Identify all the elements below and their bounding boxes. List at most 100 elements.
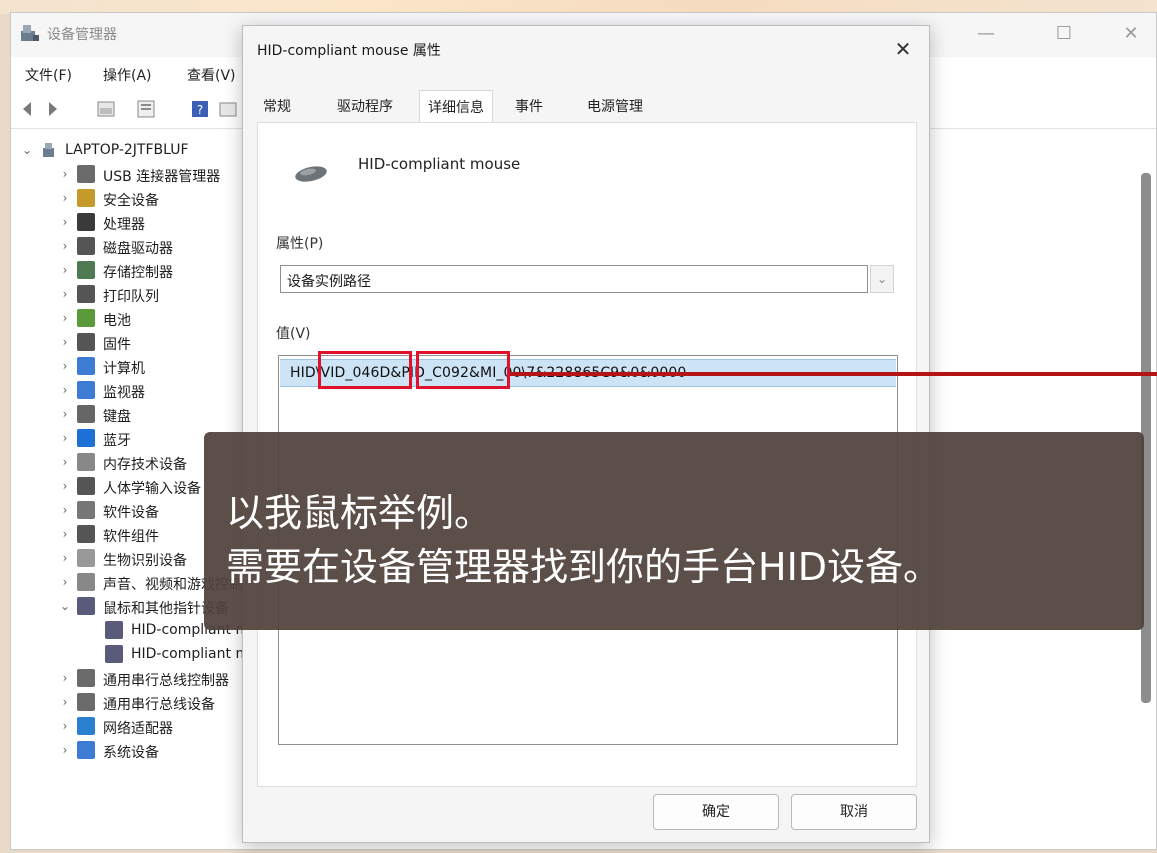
tree-category-item[interactable]: › 网络适配器	[11, 715, 247, 739]
tree-item-label: 键盘	[103, 409, 131, 425]
chevron-right-icon[interactable]: ›	[59, 311, 71, 325]
chevron-right-icon[interactable]: ›	[59, 335, 71, 349]
view-icon[interactable]	[217, 98, 239, 120]
device-category-icon	[77, 717, 95, 735]
device-category-icon	[77, 165, 95, 183]
cancel-button[interactable]: 取消	[791, 794, 917, 830]
chevron-right-icon[interactable]: ›	[59, 383, 71, 397]
menu-file[interactable]: 文件(F)	[25, 65, 72, 85]
tree-category-item[interactable]: › 磁盘驱动器	[11, 235, 247, 259]
tab-driver[interactable]: 驱动程序	[337, 96, 393, 116]
show-hide-icon[interactable]	[95, 98, 117, 120]
mouse-device-icon	[105, 621, 123, 639]
value-label: 值(V)	[276, 326, 311, 342]
property-label: 属性(P)	[276, 236, 324, 252]
caption-line-2: 需要在设备管理器找到你的手台HID设备。	[226, 545, 942, 589]
chevron-right-icon[interactable]: ›	[59, 455, 71, 469]
chevron-right-icon[interactable]: ›	[59, 551, 71, 565]
chevron-down-icon[interactable]: ⌄	[870, 265, 894, 293]
tree-category-item[interactable]: › 通用串行总线设备	[11, 691, 247, 715]
tree-category-item[interactable]: › 计算机	[11, 355, 247, 379]
chevron-right-icon[interactable]: ›	[59, 431, 71, 445]
tab-general[interactable]: 常规	[263, 96, 291, 116]
chevron-right-icon[interactable]: ›	[59, 407, 71, 421]
device-category-icon	[77, 525, 95, 543]
tree-category-item[interactable]: › 系统设备	[11, 739, 247, 763]
tree-category-item[interactable]: › 安全设备	[11, 187, 247, 211]
chevron-right-icon[interactable]: ›	[59, 191, 71, 205]
chevron-right-icon[interactable]: ›	[59, 359, 71, 373]
tree-category-item[interactable]: › USB 连接器管理器	[11, 163, 247, 187]
tree-category-item[interactable]: › 打印队列	[11, 283, 247, 307]
tab-events[interactable]: 事件	[515, 96, 543, 116]
tree-category-item[interactable]: › 键盘	[11, 403, 247, 427]
tree-item-label: 软件组件	[103, 529, 159, 545]
tab-details[interactable]: 详细信息	[419, 90, 493, 124]
chevron-right-icon[interactable]: ›	[59, 215, 71, 229]
chevron-right-icon[interactable]: ›	[59, 695, 71, 709]
mouse-device-icon	[105, 645, 123, 663]
tree-category-item[interactable]: › 通用串行总线控制器	[11, 667, 247, 691]
svg-text:?: ?	[197, 103, 203, 117]
device-category-icon	[77, 381, 95, 399]
computer-name: LAPTOP-2JTFBLUF	[65, 142, 189, 158]
chevron-right-icon[interactable]: ›	[59, 575, 71, 589]
chevron-right-icon[interactable]: ›	[59, 287, 71, 301]
tree-item-label: 打印队列	[103, 289, 159, 305]
tree-item-label: 监视器	[103, 385, 145, 401]
tree-item-label: 软件设备	[103, 505, 159, 521]
tree-category-item[interactable]: › 固件	[11, 331, 247, 355]
help-icon[interactable]: ?	[189, 98, 211, 120]
menu-action[interactable]: 操作(A)	[103, 65, 152, 85]
device-category-icon	[77, 453, 95, 471]
tree-item-label: 网络适配器	[103, 721, 173, 737]
chevron-right-icon[interactable]: ›	[59, 719, 71, 733]
tree-category-item[interactable]: › 电池	[11, 307, 247, 331]
menu-view[interactable]: 查看(V)	[187, 65, 236, 85]
chevron-right-icon[interactable]: ›	[59, 167, 71, 181]
tree-item-label: HID-compliant mouse	[131, 646, 247, 662]
chevron-down-icon[interactable]: ⌄	[59, 599, 71, 613]
tree-item-label: 安全设备	[103, 193, 159, 209]
chevron-down-icon[interactable]: ⌄	[21, 143, 33, 157]
tab-power-management[interactable]: 电源管理	[587, 96, 643, 116]
dialog-title: HID-compliant mouse 属性	[257, 43, 441, 59]
tree-item-label: 固件	[103, 337, 131, 353]
computer-icon	[43, 143, 54, 157]
chevron-right-icon[interactable]: ›	[59, 503, 71, 517]
chevron-right-icon[interactable]: ›	[59, 527, 71, 541]
device-category-icon	[77, 669, 95, 687]
tree-item-label: USB 连接器管理器	[103, 169, 221, 185]
device-category-icon	[77, 741, 95, 759]
window-title: 设备管理器	[47, 27, 117, 43]
device-category-icon	[77, 285, 95, 303]
forward-arrow-icon[interactable]	[41, 98, 63, 120]
chevron-right-icon[interactable]: ›	[59, 263, 71, 277]
close-window-button[interactable]: ✕	[1111, 19, 1151, 49]
caption-overlay: 以我鼠标举例。 需要在设备管理器找到你的手台HID设备。	[204, 432, 1144, 630]
tree-category-item[interactable]: › 存储控制器	[11, 259, 247, 283]
properties-icon[interactable]	[135, 98, 157, 120]
maximize-button[interactable]: ☐	[1044, 19, 1084, 49]
vid-highlight-box	[318, 351, 412, 389]
device-category-icon	[77, 357, 95, 375]
tree-category-item[interactable]: › 监视器	[11, 379, 247, 403]
ok-button[interactable]: 确定	[653, 794, 779, 830]
chevron-right-icon[interactable]: ›	[59, 239, 71, 253]
tree-root[interactable]: ⌄ LAPTOP-2JTFBLUF	[11, 139, 247, 163]
caption-line-1: 以我鼠标举例。	[226, 491, 493, 535]
back-arrow-icon[interactable]	[17, 98, 39, 120]
device-category-icon	[77, 237, 95, 255]
property-dropdown[interactable]: 设备实例路径	[280, 265, 868, 293]
chevron-right-icon[interactable]: ›	[59, 479, 71, 493]
device-category-icon	[77, 309, 95, 327]
tree-category-item[interactable]: › 处理器	[11, 211, 247, 235]
minimize-button[interactable]: —	[966, 19, 1006, 49]
device-category-icon	[77, 213, 95, 231]
chevron-right-icon[interactable]: ›	[59, 671, 71, 685]
tree-item-label: 通用串行总线设备	[103, 697, 215, 713]
chevron-right-icon[interactable]: ›	[59, 743, 71, 757]
device-category-icon	[77, 501, 95, 519]
tree-child-item[interactable]: HID-compliant mouse	[11, 643, 247, 667]
close-icon[interactable]: ✕	[888, 34, 918, 64]
